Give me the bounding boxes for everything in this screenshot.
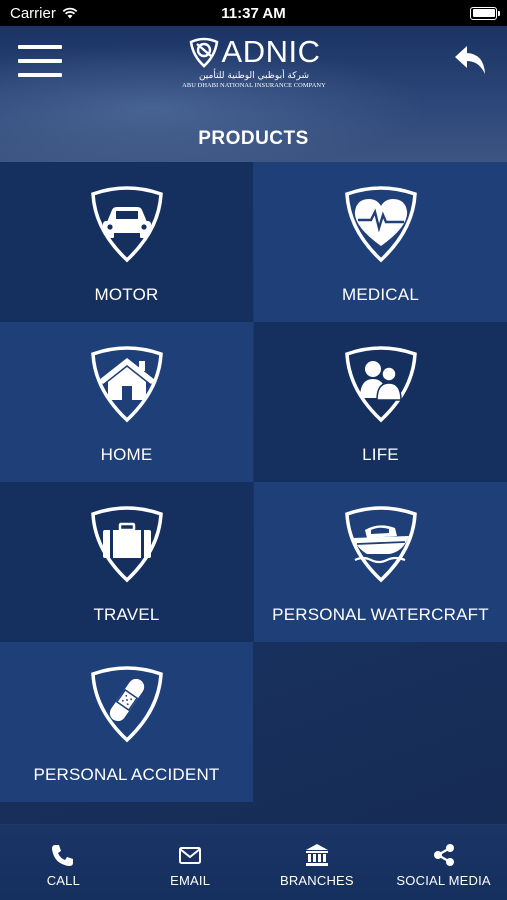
nav-label: EMAIL [170,873,211,888]
product-label: LIFE [362,445,399,464]
carrier-label: Carrier [10,4,56,22]
product-tile-home[interactable]: HOME [0,322,253,482]
phone-icon [52,845,74,866]
menu-button[interactable] [18,45,62,77]
back-arrow-icon[interactable] [453,44,489,76]
header: ADNIC شركة أبوظبي الوطنية للتأمين ABU DH… [0,26,507,162]
product-label: HOME [100,445,153,464]
bank-icon [305,844,328,866]
nav-label: SOCIAL MEDIA [396,873,491,888]
logo-english-text: ABU DHABI NATIONAL INSURANCE COMPANY [182,82,326,89]
nav-branches[interactable]: BRANCHES [254,825,381,900]
hamburger-bar [18,59,62,63]
product-tile-travel[interactable]: TRAVEL [0,482,253,642]
house-icon [90,346,163,423]
nav-call[interactable]: CALL [0,825,127,900]
product-label: MEDICAL [342,285,419,304]
product-label: TRAVEL [93,605,160,624]
product-label: PERSONAL WATERCRAFT [272,605,489,624]
product-tile-medical[interactable]: MEDICAL [254,162,507,322]
wifi-icon [62,7,78,19]
bottom-nav: CALL EMAIL BRANCHES SOCIAL MEDIA [0,824,507,900]
boat-icon [344,506,417,583]
share-icon [433,844,454,866]
hamburger-bar [18,73,62,77]
product-tile-personal-watercraft[interactable]: PERSONAL WATERCRAFT [254,482,507,642]
nav-label: CALL [46,873,81,888]
adnic-logo-icon [189,37,218,68]
page-title: PRODUCTS [198,128,309,149]
adnic-logo: ADNIC شركة أبوظبي الوطنية للتأمين ABU DH… [168,34,340,96]
logo-arabic-text: شركة أبوظبي الوطنية للتأمين [198,71,310,81]
product-tile-life[interactable]: LIFE [254,322,507,482]
battery-icon [470,6,500,20]
hamburger-bar [18,45,62,49]
product-label: MOTOR [94,285,159,304]
logo-wordmark: ADNIC [221,34,321,69]
nav-social-media[interactable]: SOCIAL MEDIA [380,825,507,900]
envelope-icon [179,847,202,864]
product-tile-motor[interactable]: MOTOR [0,162,253,322]
car-icon [90,186,163,263]
product-tile-personal-accident[interactable]: PERSONAL ACCIDENT [0,642,253,802]
nav-email[interactable]: EMAIL [127,825,254,900]
heart-pulse-icon [344,186,417,263]
bandage-icon [90,666,163,743]
suitcase-icon [90,506,163,583]
nav-label: BRANCHES [279,873,354,888]
product-label: PERSONAL ACCIDENT [33,765,220,784]
family-icon [344,346,417,423]
status-bar: Carrier 11:37 AM [0,0,507,26]
